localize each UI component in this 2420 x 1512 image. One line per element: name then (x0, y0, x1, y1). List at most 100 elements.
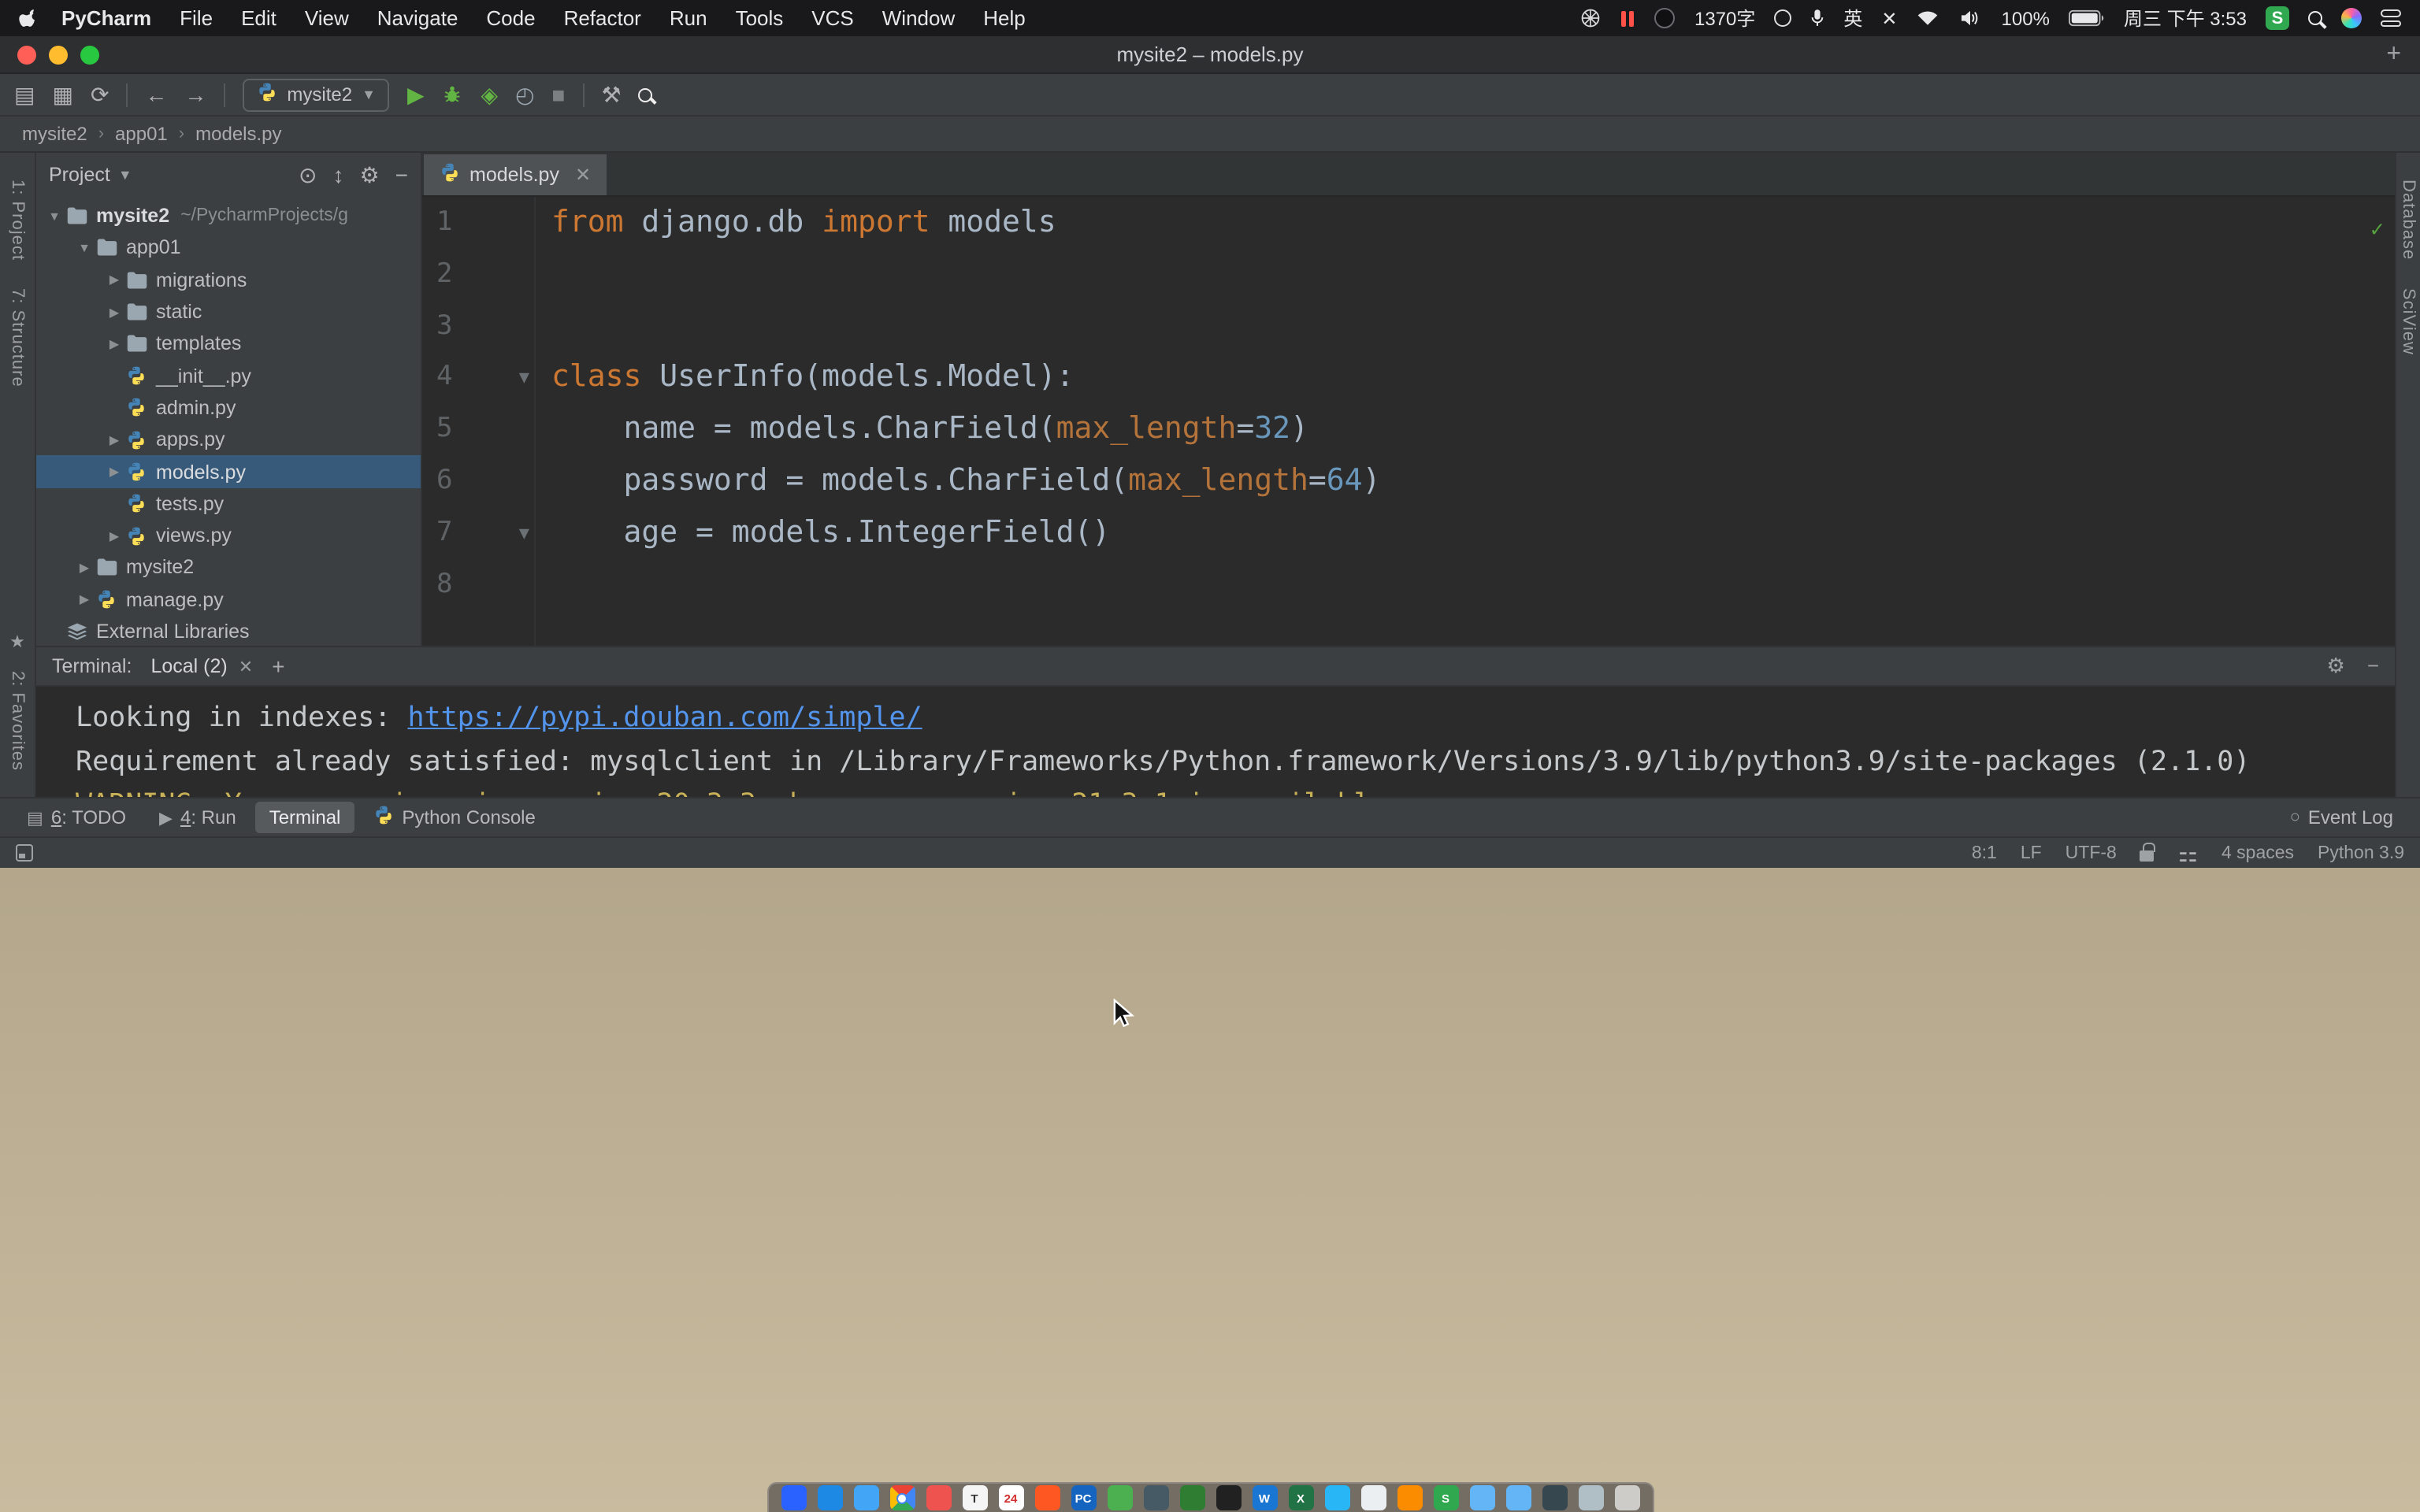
toolwindow-toggle-icon[interactable] (16, 844, 33, 862)
hide-panel-icon[interactable]: − (395, 164, 408, 186)
column-mode-icon[interactable]: ⚏ (2178, 842, 2198, 864)
menu-view[interactable]: View (305, 6, 349, 30)
sync-icon[interactable]: ⟳ (91, 83, 109, 106)
tree-expand-icon[interactable]: ▶ (104, 272, 124, 287)
python-interpreter[interactable]: Python 3.9 (2318, 843, 2404, 862)
menu-vcs[interactable]: VCS (811, 6, 853, 30)
menu-refactor[interactable]: Refactor (564, 6, 641, 30)
tree-item-migrations[interactable]: ▶migrations (36, 264, 421, 296)
pypi-index-link[interactable]: https://pypi.douban.com/simple/ (407, 702, 922, 734)
dock-textedit[interactable]: T (962, 1485, 987, 1510)
hide-terminal-icon[interactable]: − (2367, 654, 2379, 679)
tool-button-project[interactable]: 1: Project (8, 180, 27, 261)
input-word-count[interactable]: 1370字 (1694, 5, 1755, 32)
terminal-settings-icon[interactable]: ⚙ (2327, 654, 2345, 679)
breadcrumb-item-app01[interactable]: app01 (115, 123, 168, 145)
line-separator[interactable]: LF (2021, 843, 2042, 862)
siri-icon[interactable] (2341, 8, 2362, 28)
mic-icon[interactable] (1810, 8, 1824, 28)
dock-chrome[interactable] (889, 1485, 915, 1510)
event-log-button[interactable]: ○Event Log (2276, 803, 2407, 832)
ring-icon[interactable] (1774, 9, 1791, 27)
dock-safari[interactable] (817, 1485, 842, 1510)
forward-icon[interactable]: → (184, 83, 206, 106)
tree-expand-icon[interactable]: ▶ (74, 592, 95, 606)
dock-notes[interactable] (1216, 1485, 1241, 1510)
zoom-window-button[interactable] (80, 45, 99, 64)
expand-collapse-icon[interactable]: ↕ (333, 164, 344, 186)
stop-icon[interactable]: ■ (552, 83, 566, 106)
dock-finder[interactable] (781, 1485, 806, 1510)
tree-item-models-py[interactable]: ▶models.py (36, 456, 421, 488)
menu-tools[interactable]: Tools (736, 6, 784, 30)
wrench-icon[interactable]: ⚒ (601, 83, 621, 106)
tree-item-apps-py[interactable]: ▶apps.py (36, 424, 421, 456)
dock-terminal[interactable] (1143, 1485, 1168, 1510)
dock-dark-app[interactable] (1542, 1485, 1567, 1510)
terminal-output[interactable]: Looking in indexes: https://pypi.douban.… (36, 687, 2395, 797)
wifi-icon[interactable] (1917, 9, 1940, 27)
volume-icon[interactable] (1959, 9, 1983, 27)
locate-file-icon[interactable]: ⊙ (299, 164, 317, 186)
apple-menu-icon[interactable] (19, 8, 41, 28)
dock-airdrop[interactable] (1324, 1485, 1349, 1510)
cross-icon[interactable]: ✕ (1881, 7, 1897, 29)
menu-code[interactable]: Code (486, 6, 535, 30)
tree-item-static[interactable]: ▶static (36, 296, 421, 328)
run-button[interactable]: ▶4: Run (145, 802, 251, 833)
tree-expand-icon[interactable]: ▶ (104, 528, 124, 543)
battery-percent[interactable]: 100% (2002, 7, 2050, 29)
tree-item-external-libraries[interactable]: External Libraries (36, 616, 421, 646)
tool-button-database[interactable]: Database (2399, 180, 2418, 260)
tree-expand-icon[interactable]: ▶ (104, 465, 124, 479)
dock-excel[interactable]: X (1288, 1485, 1313, 1510)
breadcrumb-item-models-py[interactable]: models.py (195, 123, 281, 145)
menu-file[interactable]: File (180, 6, 213, 30)
screen-record-pause-icon[interactable] (1619, 10, 1636, 26)
tree-expand-icon[interactable]: ▶ (104, 305, 124, 319)
dock-opera[interactable] (1034, 1485, 1060, 1510)
battery-icon[interactable] (2069, 9, 2105, 27)
menu-help[interactable]: Help (983, 6, 1026, 30)
coverage-icon[interactable]: ◈ (481, 83, 499, 106)
open-project-icon[interactable]: ▤ (14, 83, 35, 106)
docker-icon[interactable] (1579, 8, 1600, 28)
badge-icon[interactable] (1655, 8, 1676, 28)
readonly-lock-icon[interactable] (2140, 850, 2155, 861)
input-language-badge[interactable]: 英 (1843, 5, 1862, 32)
menu-navigate[interactable]: Navigate (377, 6, 458, 30)
appmenu-pycharm[interactable]: PyCharm (61, 6, 151, 30)
back-icon[interactable]: ← (145, 83, 167, 106)
menubar-clock[interactable]: 周三 下午 3:53 (2124, 5, 2247, 32)
minimize-window-button[interactable] (49, 45, 68, 64)
indent-info[interactable]: 4 spaces (2221, 843, 2294, 862)
sogou-input-icon[interactable]: S (2266, 6, 2289, 30)
dock-orange-app[interactable] (1397, 1485, 1422, 1510)
control-center-icon[interactable] (2381, 9, 2401, 27)
menu-window[interactable]: Window (882, 6, 956, 30)
dock-wechat[interactable] (1107, 1485, 1132, 1510)
dock-music[interactable] (926, 1485, 951, 1510)
debug-icon[interactable] (442, 83, 464, 106)
terminal-button[interactable]: Terminal (255, 802, 355, 833)
dock-calendar[interactable]: 24 (998, 1485, 1023, 1510)
tree-expand-icon[interactable]: ▼ (74, 241, 95, 255)
titlebar-plus-icon[interactable]: + (2386, 40, 2420, 69)
inspection-ok-icon[interactable]: ✓ (2370, 205, 2384, 257)
save-all-icon[interactable]: ▦ (52, 83, 72, 106)
run-configuration-select[interactable]: mysite2 ▼ (243, 78, 390, 111)
close-terminal-tab-icon[interactable]: ✕ (239, 656, 253, 676)
tree-item-admin-py[interactable]: admin.py (36, 392, 421, 424)
breadcrumb-item-mysite2[interactable]: mysite2 (22, 123, 87, 145)
project-panel-title[interactable]: Project (49, 164, 110, 186)
close-window-button[interactable] (17, 45, 36, 64)
tree-item-mysite2[interactable]: ▶mysite2 (36, 552, 421, 584)
dock-pc-manager[interactable]: PC (1071, 1485, 1096, 1510)
tool-button-sciview[interactable]: SciView (2399, 288, 2418, 355)
tree-item-__init__-py[interactable]: __init__.py (36, 360, 421, 392)
fold-marker-icon[interactable]: ▼ (519, 524, 529, 542)
tree-item-tests-py[interactable]: tests.py (36, 487, 421, 520)
new-terminal-session-icon[interactable]: + (272, 654, 284, 679)
dock-sogou[interactable]: S (1433, 1485, 1458, 1510)
menu-edit[interactable]: Edit (241, 6, 277, 30)
